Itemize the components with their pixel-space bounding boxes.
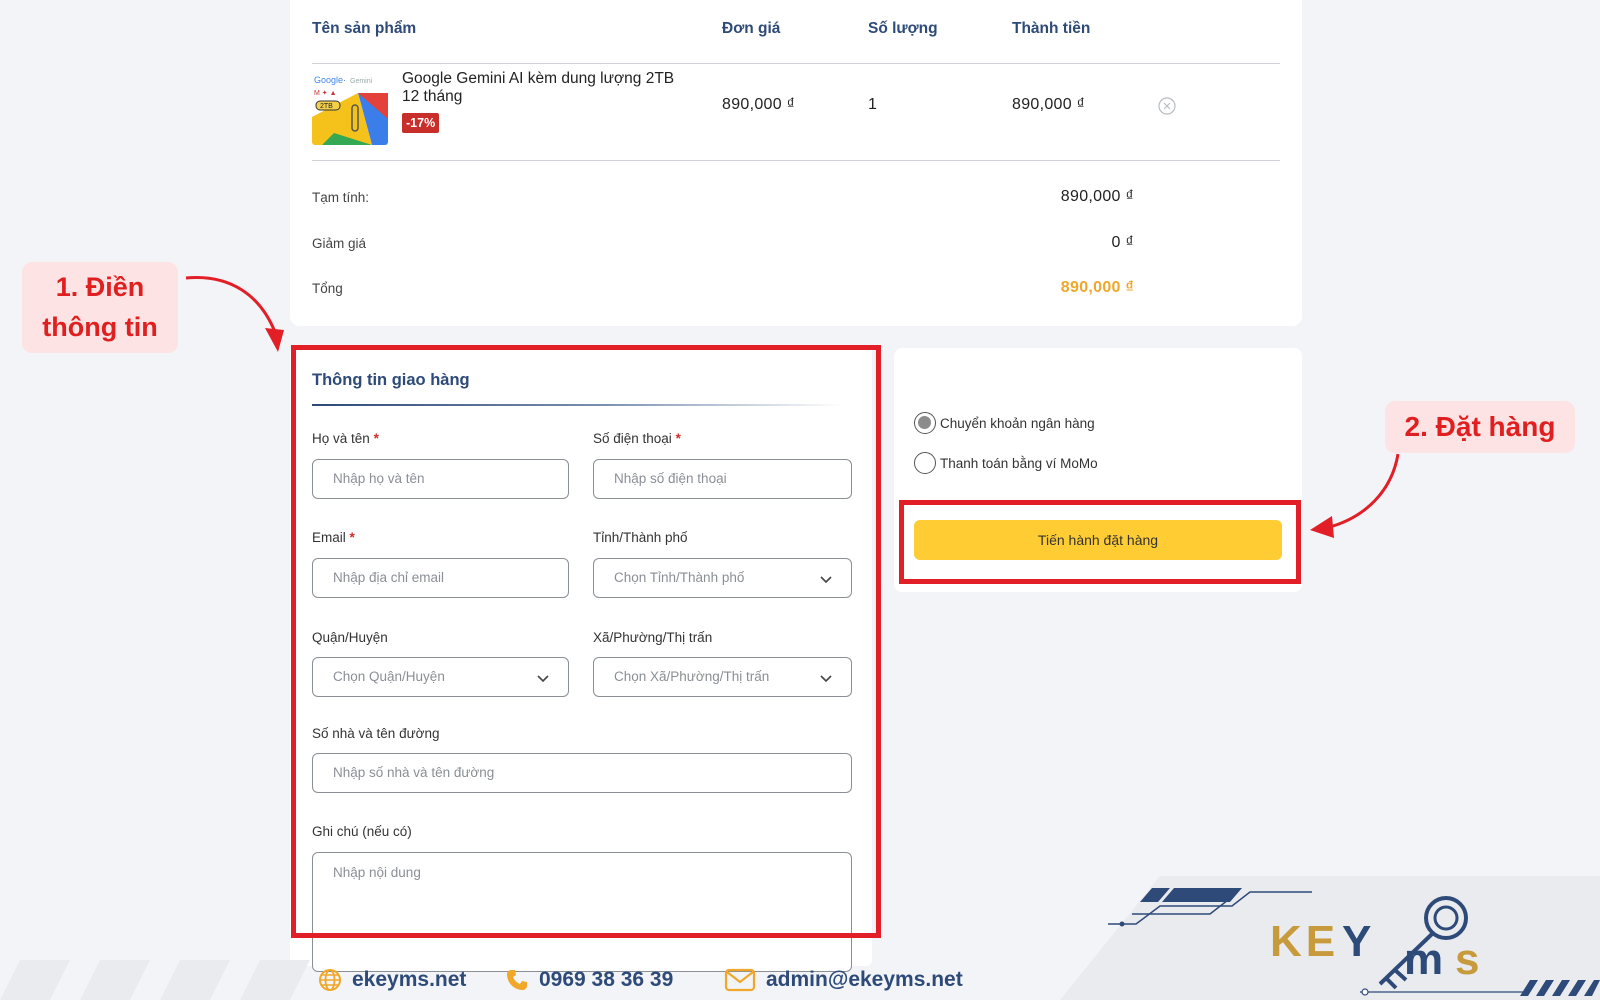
svg-text:Y: Y [1342, 917, 1371, 966]
header-divider [312, 63, 1280, 64]
footer-phone[interactable]: 0969 38 36 39 [505, 968, 673, 992]
svg-text:2TB: 2TB [320, 103, 333, 110]
header-unit-price: Đơn giá [722, 20, 781, 37]
arrow-to-form-icon [185, 276, 284, 352]
discount-value: 0 ₫ [1111, 234, 1134, 251]
product-thumbnail[interactable]: Google· Gemini M ✦ ▲ 2TB [312, 73, 388, 145]
discount-label: Giảm giá [312, 236, 367, 251]
radio-bank-transfer[interactable] [914, 412, 936, 434]
radio-momo[interactable] [914, 452, 936, 474]
svg-text:m: m [1404, 935, 1443, 984]
line-total: 890,000 ₫ [1012, 96, 1086, 113]
header-line-total: Thành tiền [1012, 20, 1091, 37]
payment-option-momo[interactable]: Thanh toán bằng ví MoMo [914, 451, 1098, 475]
header-product: Tên sản phẩm [312, 20, 417, 37]
payment-option-bank[interactable]: Chuyển khoản ngân hàng [914, 411, 1095, 435]
subtotal-value: 890,000 ₫ [1060, 188, 1134, 205]
phone-icon [507, 970, 527, 990]
item-divider [312, 160, 1280, 161]
total-value: 890,000 ₫ [1060, 279, 1134, 296]
unit-price: 890,000 ₫ [722, 96, 796, 113]
footer-website-text: ekeyms.net [352, 968, 467, 991]
product-name[interactable]: Google Gemini AI kèm dung lượng 2TB 12 t… [402, 70, 692, 106]
page: Tên sản phẩm Đơn giá Số lượng Thành tiền… [0, 0, 1600, 1000]
step1-line2: thông tin [42, 312, 158, 342]
footer-stripes-decoration [0, 960, 310, 1000]
step2-callout: 2. Đặt hàng [1385, 401, 1575, 453]
step1-callout: 1. Điền thông tin [22, 262, 178, 353]
globe-icon [319, 969, 341, 991]
order-summary-card: Tên sản phẩm Đơn giá Số lượng Thành tiền… [290, 0, 1302, 326]
svg-text:Gemini: Gemini [350, 78, 373, 85]
svg-text:Google·: Google· [314, 75, 346, 85]
momo-label: Thanh toán bằng ví MoMo [940, 455, 1098, 471]
header-quantity: Số lượng [868, 20, 938, 37]
circle-x-icon[interactable] [1158, 97, 1176, 115]
mail-icon [724, 968, 756, 992]
svg-text:M ✦ ▲: M ✦ ▲ [314, 89, 337, 97]
subtotal-label: Tạm tính: [312, 190, 370, 205]
step1-line1: 1. Điền [55, 272, 145, 302]
arrow-to-button-icon [1310, 453, 1400, 538]
footer-phone-text: 0969 38 36 39 [539, 968, 674, 991]
highlight-form-box [291, 345, 881, 938]
footer-email-text: admin@ekeyms.net [766, 968, 963, 991]
keyms-logo: KE Y m s [1060, 876, 1600, 1000]
bank-transfer-label: Chuyển khoản ngân hàng [940, 415, 1095, 431]
footer-website[interactable]: ekeyms.net [318, 968, 466, 992]
svg-text:s: s [1455, 935, 1479, 984]
total-label: Tổng [312, 281, 343, 296]
quantity: 1 [868, 96, 878, 113]
highlight-order-button-box [899, 500, 1301, 584]
svg-text:KE: KE [1270, 917, 1339, 966]
footer-email[interactable]: admin@ekeyms.net [724, 968, 963, 992]
discount-badge: -17% [402, 113, 440, 133]
